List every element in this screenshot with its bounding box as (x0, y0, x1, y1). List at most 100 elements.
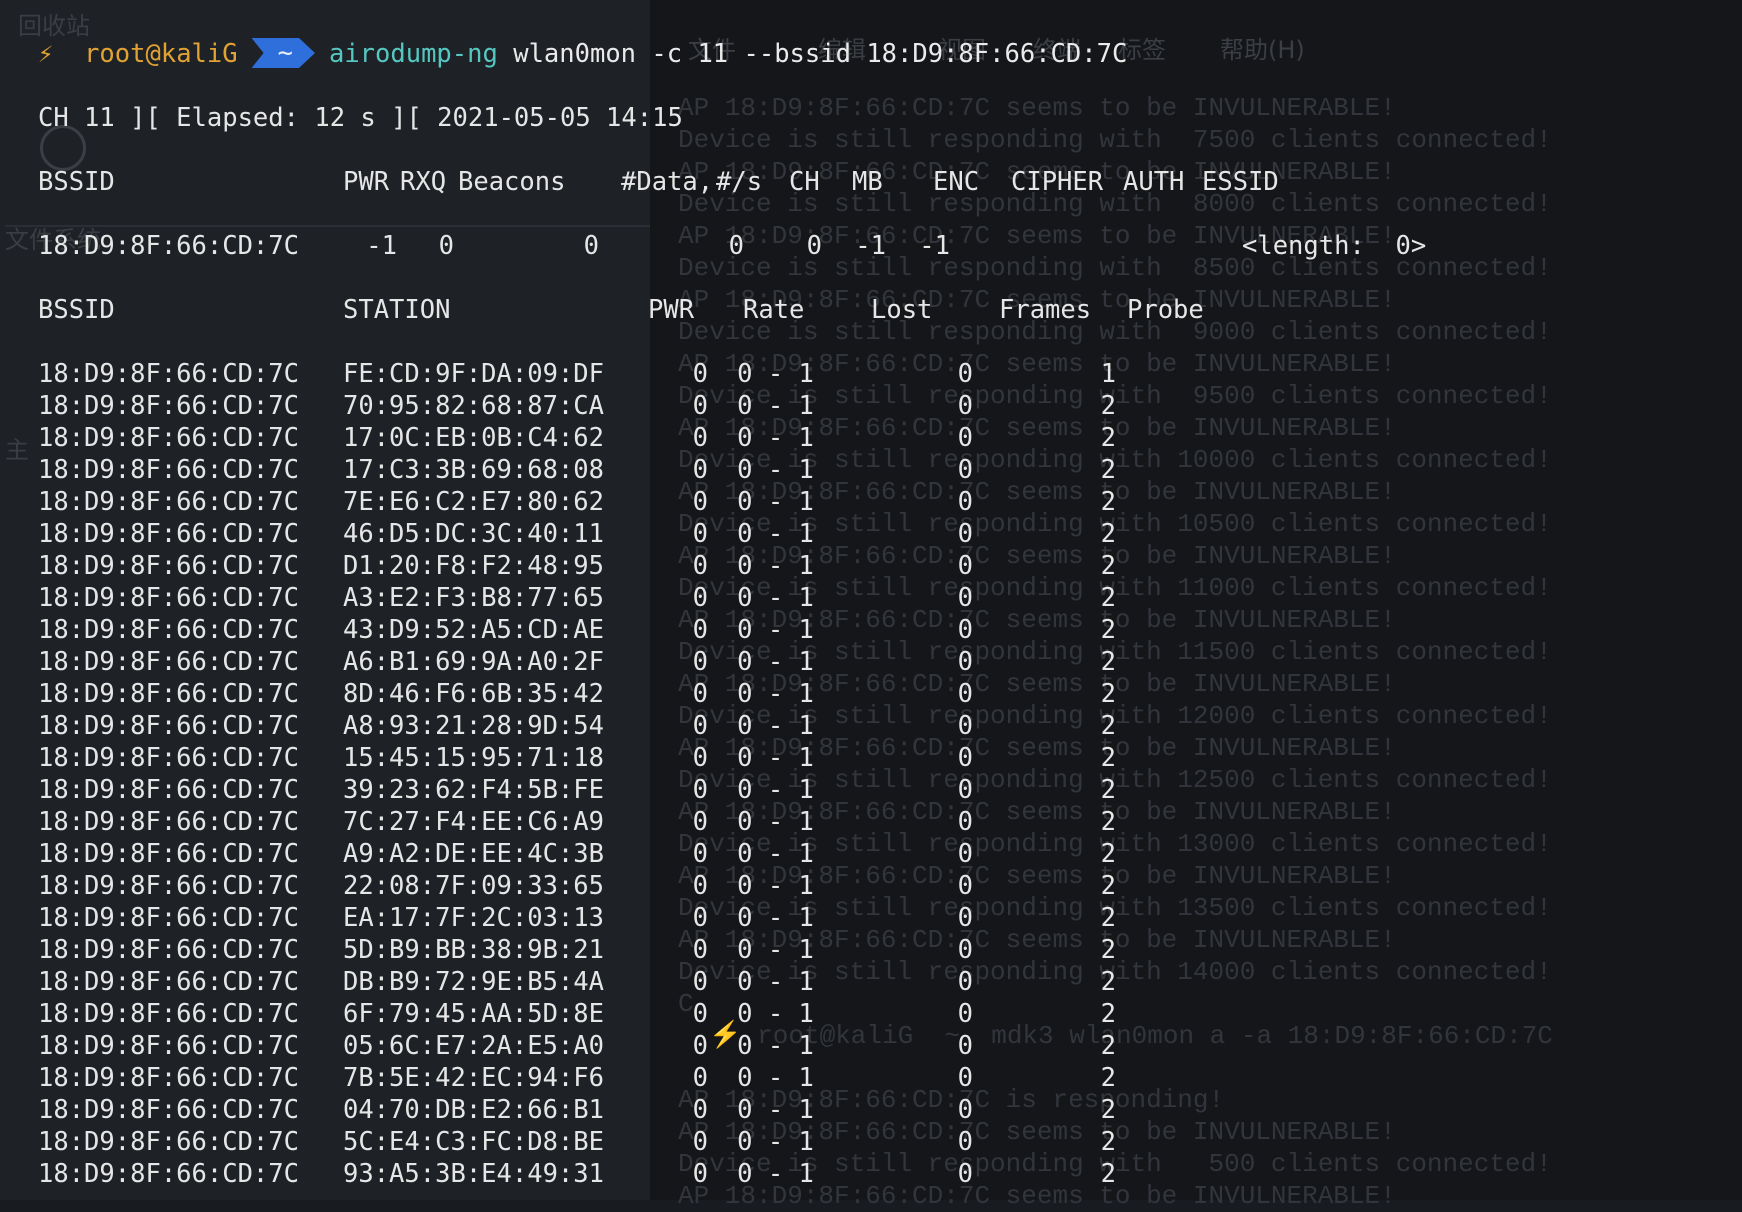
station-row: 18:D9:8F:66:CD:7C EA:17:7F:2C:03:13 0 0 - 1… (38, 902, 1216, 934)
station-row-pwr: 0 (692, 871, 708, 901)
station-row-bssid: 18:D9:8F:66:CD:7C (38, 967, 299, 997)
ap-col-per-second: #/s (716, 167, 763, 197)
ap-mb: -1 (919, 231, 950, 261)
ap-col-cipher: CIPHER (1011, 167, 1104, 197)
station-table: 18:D9:8F:66:CD:7C FE:CD:9F:DA:09:DF 0 0 - 1… (38, 358, 1216, 1190)
station-row-probe (1116, 934, 1216, 966)
station-row-frames: 2 (1100, 1095, 1116, 1125)
station-row: 18:D9:8F:66:CD:7C 04:70:DB:E2:66:B1 0 0 - 1… (38, 1094, 1216, 1126)
station-row-bssid: 18:D9:8F:66:CD:7C (38, 647, 299, 677)
station-row-pwr: 0 (692, 711, 708, 741)
station-row-mac: 43:D9:52:A5:CD:AE (343, 615, 604, 645)
station-row-pwr: 0 (692, 647, 708, 677)
station-row: 18:D9:8F:66:CD:7C A9:A2:DE:EE:4C:3B 0 0 - 1… (38, 838, 1216, 870)
station-row-mac: 46:D5:DC:3C:40:11 (343, 519, 604, 549)
station-row-pwr: 0 (692, 551, 708, 581)
station-row-mac: 04:70:DB:E2:66:B1 (343, 1095, 604, 1125)
station-row: 18:D9:8F:66:CD:7C A6:B1:69:9A:A0:2F 0 0 - 1… (38, 646, 1216, 678)
station-row-probe (1116, 422, 1216, 454)
ap-essid: <length: 0> (1242, 231, 1427, 261)
station-row-mac: 5C:E4:C3:FC:D8:BE (343, 1127, 604, 1157)
station-row-frames: 2 (1100, 935, 1116, 965)
status-line: CH 11 ][ Elapsed: 12 s ][ 2021-05-05 14:… (38, 103, 683, 133)
station-row-rate: 0 - 1 (737, 935, 814, 965)
station-row-mac: 7E:E6:C2:E7:80:62 (343, 487, 604, 517)
station-row-lost: 0 (957, 359, 973, 389)
ap-enc (950, 230, 1030, 262)
station-row: 18:D9:8F:66:CD:7C A3:E2:F3:B8:77:65 0 0 - 1… (38, 582, 1216, 614)
station-row-mac: D1:20:F8:F2:48:95 (343, 551, 604, 581)
st-col-lost: Lost (871, 295, 933, 325)
station-row-probe (1116, 454, 1216, 486)
station-row-probe (1116, 1062, 1216, 1094)
station-row-pwr: 0 (692, 903, 708, 933)
station-row-pwr: 0 (692, 775, 708, 805)
station-row: 18:D9:8F:66:CD:7C 43:D9:52:A5:CD:AE 0 0 - 1… (38, 614, 1216, 646)
station-row-rate: 0 - 1 (737, 615, 814, 645)
station-row-pwr: 0 (692, 519, 708, 549)
station-row-frames: 2 (1100, 1063, 1116, 1093)
station-row-probe (1116, 1126, 1216, 1158)
station-row-pwr: 0 (692, 1159, 708, 1189)
station-row-frames: 2 (1100, 679, 1116, 709)
station-row-bssid: 18:D9:8F:66:CD:7C (38, 903, 299, 933)
station-row-lost: 0 (957, 1127, 973, 1157)
ap-rxq: 0 (438, 231, 454, 261)
station-row-lost: 0 (957, 583, 973, 613)
station-table-header: BSSID STATION PWR Rate Lost Frames Probe (38, 294, 1227, 326)
ap-col-rxq: RXQ (400, 167, 447, 197)
station-row-bssid: 18:D9:8F:66:CD:7C (38, 839, 299, 869)
ap-data: 0 (728, 231, 744, 261)
ap-cipher (1030, 230, 1142, 262)
station-row-frames: 2 (1100, 1159, 1116, 1189)
station-row-frames: 2 (1100, 583, 1116, 613)
station-row-pwr: 0 (692, 967, 708, 997)
station-row-mac: 70:95:82:68:87:CA (343, 391, 604, 421)
ap-col-mb: MB (852, 167, 883, 197)
station-row-frames: 2 (1100, 743, 1116, 773)
station-row-frames: 1 (1100, 359, 1116, 389)
st-col-rate: Rate (743, 295, 805, 325)
station-row-pwr: 0 (692, 935, 708, 965)
station-row-bssid: 18:D9:8F:66:CD:7C (38, 423, 299, 453)
station-row-pwr: 0 (692, 1031, 708, 1061)
station-row: 18:D9:8F:66:CD:7C 5C:E4:C3:FC:D8:BE 0 0 - 1… (38, 1126, 1216, 1158)
station-row-bssid: 18:D9:8F:66:CD:7C (38, 711, 299, 741)
shell-prompt: ⚡ root@kaliG ~ airodump-ng wlan0mon -c 11 … (38, 38, 1127, 70)
station-row-bssid: 18:D9:8F:66:CD:7C (38, 519, 299, 549)
terminal-window[interactable]: ⚡ root@kaliG ~ airodump-ng wlan0mon -c 11 … (0, 0, 1742, 1200)
station-row-bssid: 18:D9:8F:66:CD:7C (38, 359, 299, 389)
station-row-rate: 0 - 1 (737, 679, 814, 709)
station-row-rate: 0 - 1 (737, 871, 814, 901)
station-row-probe (1116, 710, 1216, 742)
station-row-mac: 8D:46:F6:6B:35:42 (343, 679, 604, 709)
station-row-mac: 93:A5:3B:E4:49:31 (343, 1159, 604, 1189)
station-row: 18:D9:8F:66:CD:7C 7C:27:F4:EE:C6:A9 0 0 - 1… (38, 806, 1216, 838)
station-row-lost: 0 (957, 775, 973, 805)
station-row: 18:D9:8F:66:CD:7C 39:23:62:F4:5B:FE 0 0 - 1… (38, 774, 1216, 806)
prompt-arguments: wlan0mon -c 11 --bssid 18:D9:8F:66:CD:7C (497, 39, 1128, 69)
station-row-rate: 0 - 1 (737, 743, 814, 773)
station-row-probe (1116, 646, 1216, 678)
station-row-lost: 0 (957, 647, 973, 677)
station-row: 18:D9:8F:66:CD:7C 93:A5:3B:E4:49:31 0 0 - 1… (38, 1158, 1216, 1190)
station-row-frames: 2 (1100, 551, 1116, 581)
station-row-rate: 0 - 1 (737, 1031, 814, 1061)
station-row-frames: 2 (1100, 999, 1116, 1029)
station-row-bssid: 18:D9:8F:66:CD:7C (38, 487, 299, 517)
ap-col-bssid: BSSID (38, 167, 115, 197)
station-row-lost: 0 (957, 839, 973, 869)
station-row-frames: 2 (1100, 903, 1116, 933)
station-row-lost: 0 (957, 1095, 973, 1125)
station-row: 18:D9:8F:66:CD:7C 17:0C:EB:0B:C4:62 0 0 - 1… (38, 422, 1216, 454)
station-row-mac: FE:CD:9F:DA:09:DF (343, 359, 604, 389)
station-row-bssid: 18:D9:8F:66:CD:7C (38, 679, 299, 709)
station-row-frames: 2 (1100, 487, 1116, 517)
station-row-frames: 2 (1100, 391, 1116, 421)
station-row: 18:D9:8F:66:CD:7C 5D:B9:BB:38:9B:21 0 0 - 1… (38, 934, 1216, 966)
station-row-lost: 0 (957, 455, 973, 485)
ap-bssid: 18:D9:8F:66:CD:7C (38, 231, 299, 261)
station-row-pwr: 0 (692, 423, 708, 453)
station-row-rate: 0 - 1 (737, 487, 814, 517)
ap-col-essid: ESSID (1202, 167, 1279, 197)
